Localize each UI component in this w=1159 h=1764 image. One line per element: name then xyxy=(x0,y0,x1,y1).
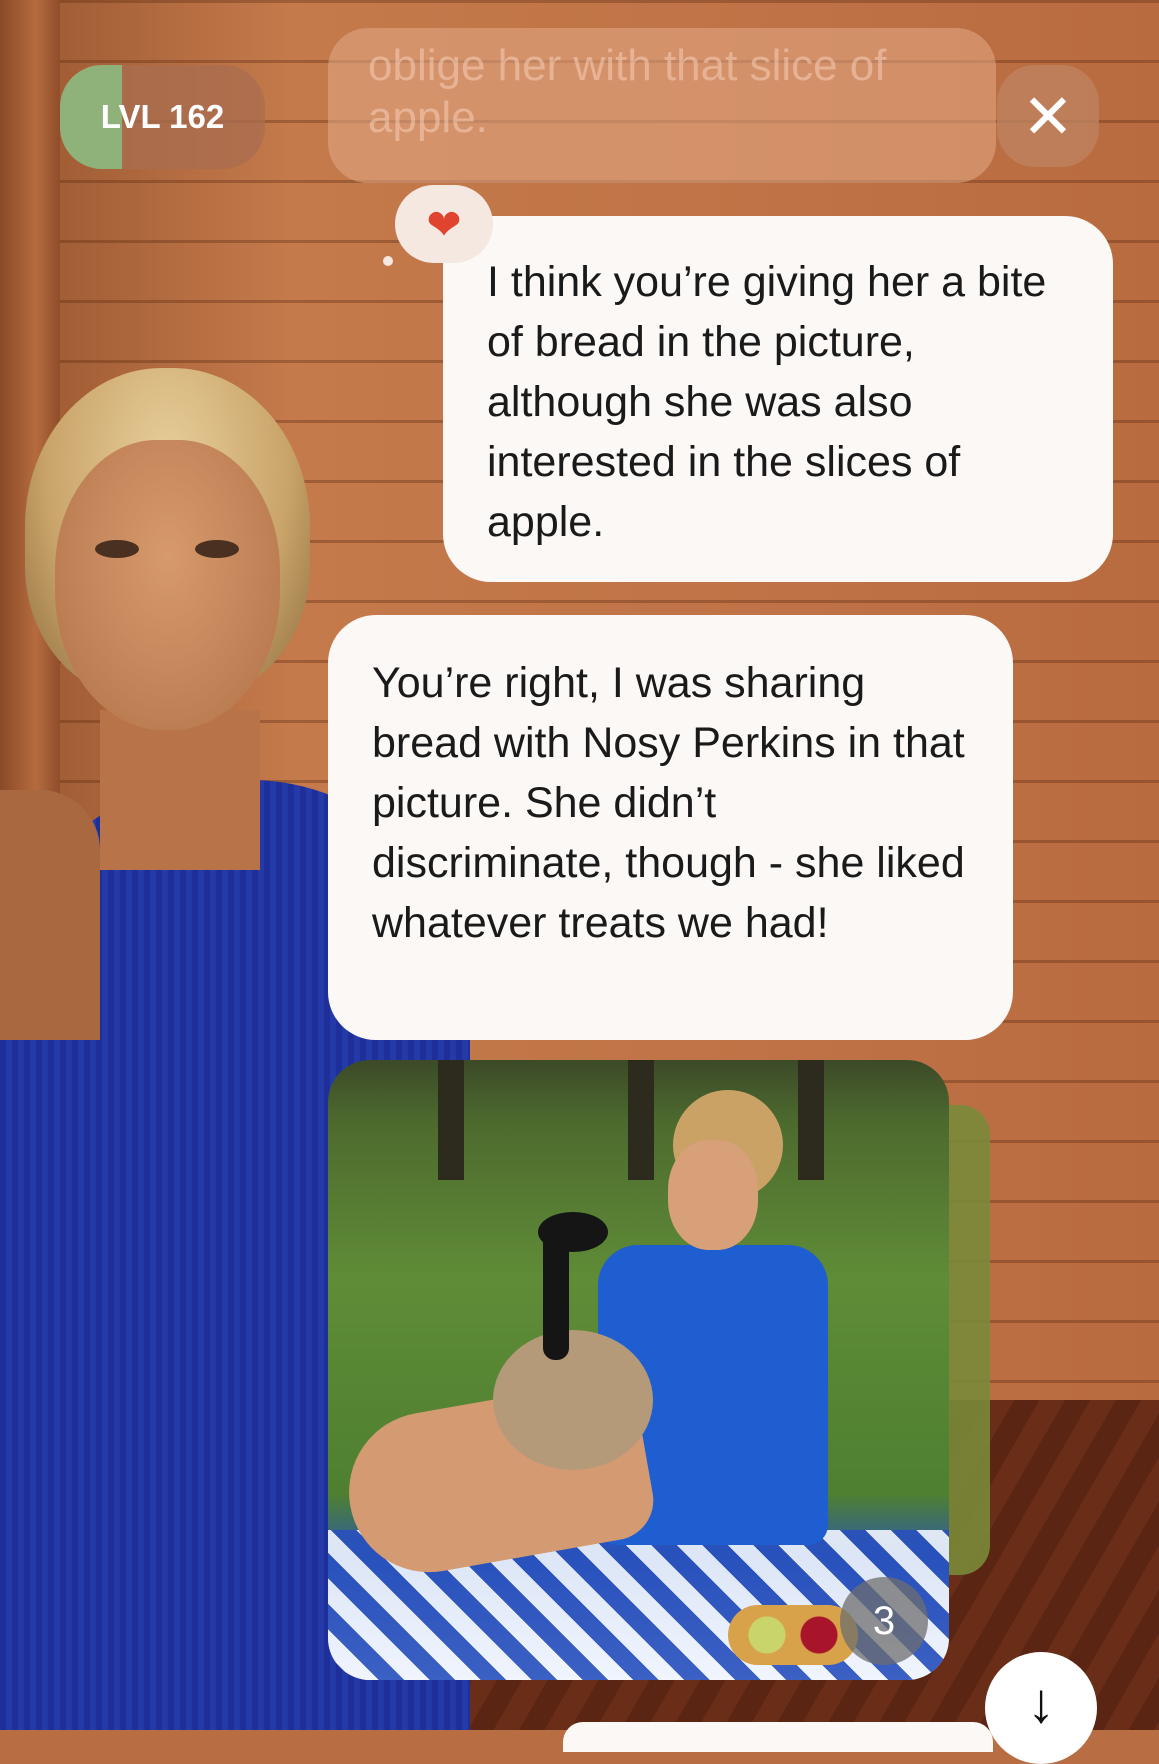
avatar-eye-left xyxy=(95,540,139,558)
close-icon: ✕ xyxy=(1022,82,1074,152)
close-button[interactable]: ✕ xyxy=(997,65,1099,167)
next-message-bubble-edge xyxy=(563,1722,993,1752)
photo-goose-body xyxy=(493,1330,653,1470)
photo-fruit-basket xyxy=(728,1605,858,1665)
photo-tree xyxy=(438,1060,464,1180)
photo-tree xyxy=(628,1060,654,1180)
user-message-text: I think you’re giving her a bite of brea… xyxy=(487,258,1047,546)
companion-message-bubble[interactable]: You’re right, I was sharing bread with N… xyxy=(328,615,1013,1040)
avatar-neck xyxy=(100,710,260,870)
photo-count-badge[interactable]: 3 xyxy=(840,1577,928,1665)
reaction-tail xyxy=(383,256,393,266)
companion-message-text: You’re right, I was sharing bread with N… xyxy=(372,659,965,947)
photo-tree xyxy=(798,1060,824,1180)
heart-icon: ❤ xyxy=(426,200,462,248)
avatar-face xyxy=(55,440,280,730)
arrow-down-icon: ↓ xyxy=(1027,1671,1055,1734)
previous-message-text: oblige her with that slice of apple. xyxy=(368,41,887,142)
user-message-bubble[interactable]: I think you’re giving her a bite of brea… xyxy=(443,216,1113,582)
photo-count: 3 xyxy=(872,1598,896,1643)
previous-message-bubble: oblige her with that slice of apple. xyxy=(328,28,996,183)
level-badge[interactable]: LVL 162 xyxy=(60,65,265,169)
reaction-bubble[interactable]: ❤ xyxy=(395,185,493,263)
scroll-down-button[interactable]: ↓ xyxy=(985,1652,1097,1764)
photo-goose-head xyxy=(538,1212,608,1252)
photo-person-face xyxy=(668,1140,758,1250)
avatar-eye-right xyxy=(195,540,239,558)
level-label: LVL 162 xyxy=(100,98,225,135)
avatar-shoulder xyxy=(0,790,100,1040)
